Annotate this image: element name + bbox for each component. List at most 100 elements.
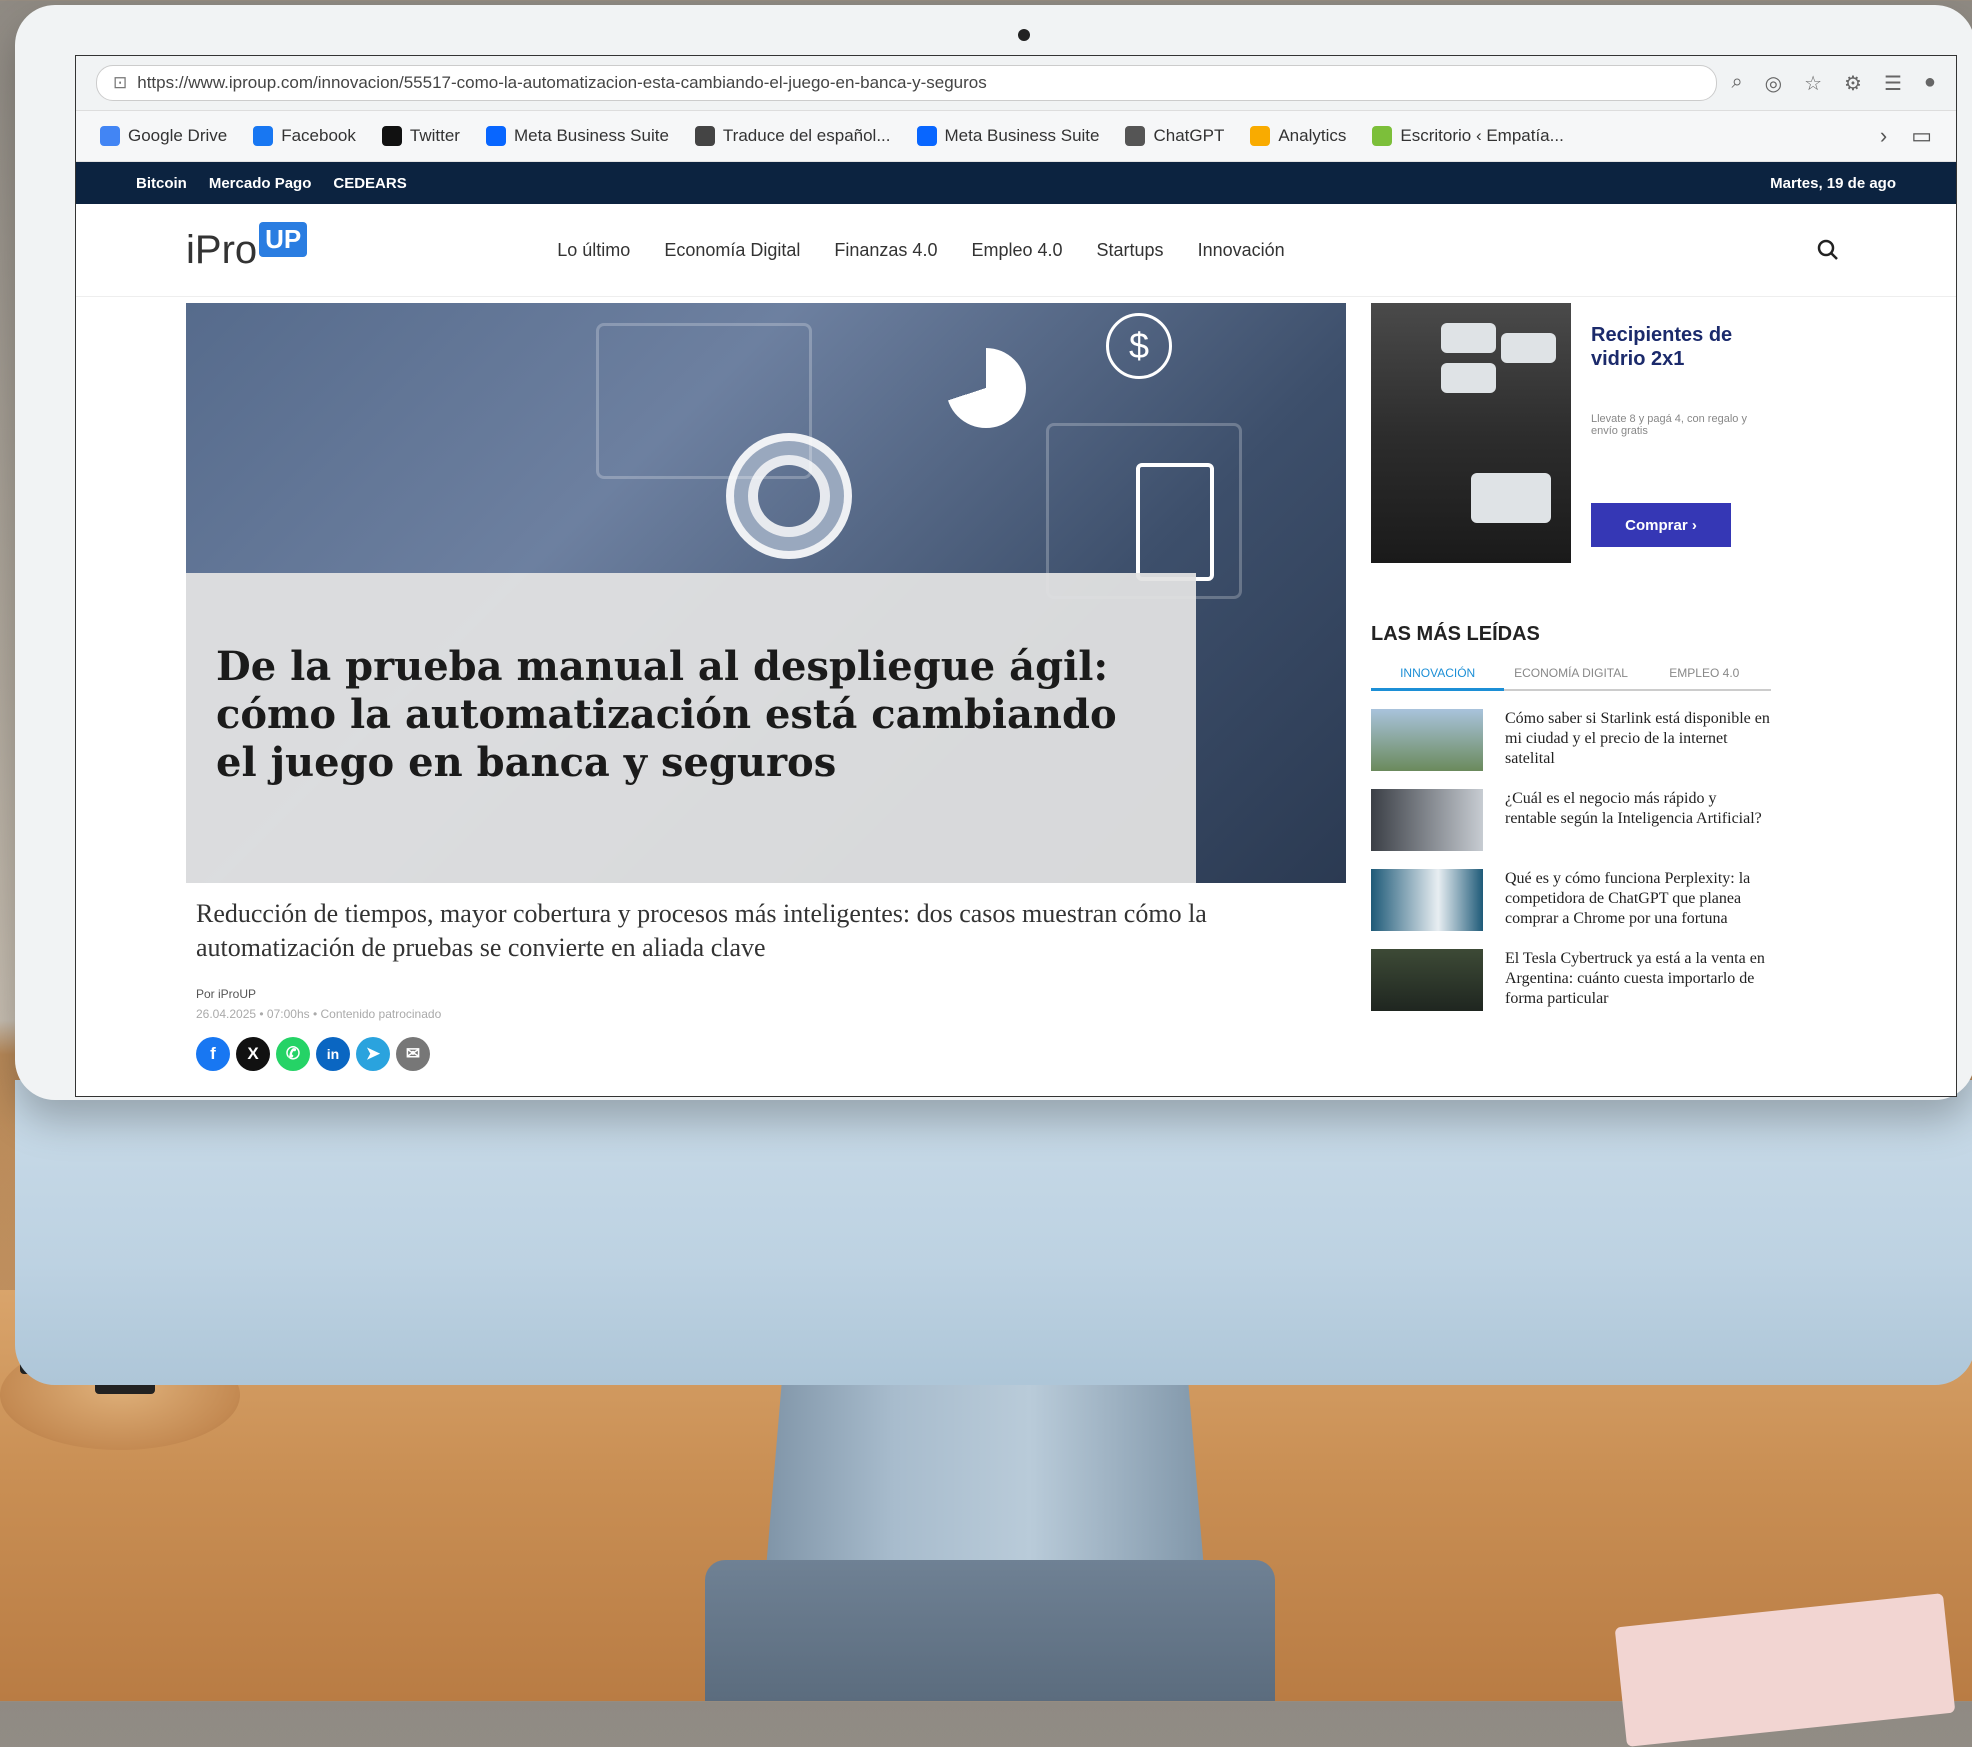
jar-shape <box>1501 333 1556 363</box>
tab-empleo[interactable]: EMPLEO 4.0 <box>1638 660 1771 689</box>
jar-shape <box>1471 473 1551 523</box>
ad-image <box>1371 303 1571 563</box>
logo-text: iPro <box>186 227 258 272</box>
meta-icon <box>916 126 937 146</box>
share-email-button[interactable]: ✉ <box>396 1037 430 1071</box>
nav-economia-digital[interactable]: Economía Digital <box>664 240 800 261</box>
facebook-icon <box>253 126 274 146</box>
ticker-item-mercado-pago[interactable]: Mercado Pago <box>209 175 312 192</box>
list-item[interactable]: ¿Cuál es el negocio más rápido y rentabl… <box>1371 789 1771 851</box>
share-facebook-button[interactable]: f <box>196 1037 230 1071</box>
thumbnail <box>1371 869 1483 931</box>
thumbnail <box>1371 789 1483 851</box>
site-logo[interactable]: iPro UP <box>186 221 308 273</box>
tab-economia-digital[interactable]: ECONOMÍA DIGITAL <box>1504 660 1637 689</box>
share-buttons: f X ✆ in ➤ ✉ <box>196 1037 430 1071</box>
list-item[interactable]: Qué es y cómo funciona Perplexity: la co… <box>1371 869 1771 931</box>
most-read-tabs: INNOVACIÓN ECONOMÍA DIGITAL EMPLEO 4.0 <box>1371 660 1771 691</box>
nav-empleo[interactable]: Empleo 4.0 <box>971 240 1062 261</box>
x-icon <box>381 126 402 146</box>
jar-shape <box>1441 323 1496 353</box>
url-text: https://www.iproup.com/innovacion/55517-… <box>137 73 987 92</box>
bookmark-chatgpt[interactable]: ChatGPT <box>1125 126 1224 146</box>
wordpress-icon <box>1372 126 1393 146</box>
bookmark-star-icon[interactable]: ☆ <box>1804 71 1822 96</box>
ad-title: Recipientes de vidrio 2x1 <box>1591 324 1733 370</box>
main-nav: Lo último Economía Digital Finanzas 4.0 … <box>557 240 1284 261</box>
search-icon <box>1817 239 1838 260</box>
bookmarks-overflow: › ▭ <box>1880 123 1932 149</box>
email-icon: ✉ <box>405 1044 421 1063</box>
bookmark-facebook[interactable]: Facebook <box>253 126 356 146</box>
share-whatsapp-button[interactable]: ✆ <box>276 1037 310 1071</box>
article-date: 26.04.2025 • 07:00hs • Contenido patroci… <box>196 1007 442 1021</box>
share-linkedin-button[interactable]: in <box>316 1037 350 1071</box>
bookmark-google-drive[interactable]: Google Drive <box>100 126 227 146</box>
share-telegram-button[interactable]: ➤ <box>356 1037 390 1071</box>
list-item-title: Qué es y cómo funciona Perplexity: la co… <box>1505 870 1751 927</box>
browser-window: ⊡ https://www.iproup.com/innovacion/5551… <box>75 55 1957 1097</box>
zoom-icon[interactable]: ⌕ <box>1731 71 1742 96</box>
list-item-title: ¿Cuál es el negocio más rápido y rentabl… <box>1505 790 1762 827</box>
profile-icon[interactable]: ● <box>1924 71 1936 96</box>
market-ticker: Bitcoin Mercado Pago CEDEARS Martes, 19 … <box>76 162 1956 204</box>
jar-shape <box>1441 363 1496 393</box>
ticker-date: Martes, 19 de ago <box>1770 174 1896 192</box>
nav-finanzas[interactable]: Finanzas 4.0 <box>834 240 937 261</box>
nav-innovacion[interactable]: Innovación <box>1198 240 1285 261</box>
x-icon: X <box>247 1044 259 1063</box>
list-item-title: Cómo saber si Starlink está disponible e… <box>1505 710 1770 767</box>
search-button[interactable] <box>1810 232 1846 268</box>
address-bar-row: ⊡ https://www.iproup.com/innovacion/5551… <box>76 56 1956 111</box>
meta-icon <box>485 126 506 146</box>
chatgpt-icon <box>1125 126 1146 146</box>
lock-icon: ⊡ <box>113 73 128 92</box>
google-icon <box>100 126 120 146</box>
folder-icon[interactable]: ▭ <box>1911 123 1932 149</box>
ticker-item-cedears[interactable]: CEDEARS <box>333 175 406 192</box>
list-item[interactable]: Cómo saber si Starlink está disponible e… <box>1371 709 1771 771</box>
monitor-chin <box>15 1080 1972 1385</box>
list-item[interactable]: El Tesla Cybertruck ya está a la venta e… <box>1371 949 1771 1011</box>
reading-list-icon[interactable]: ☰ <box>1884 71 1902 96</box>
pie-chart-icon <box>946 348 1026 428</box>
bookmark-analytics[interactable]: Analytics <box>1250 126 1346 146</box>
linkedin-icon: in <box>326 1046 340 1062</box>
dollar-icon: $ <box>1106 313 1172 379</box>
nav-startups[interactable]: Startups <box>1097 240 1164 261</box>
tab-innovacion[interactable]: INNOVACIÓN <box>1371 660 1505 691</box>
hero-image: $ De la prueba manual al despliegue ágil… <box>186 303 1346 883</box>
camera <box>1018 29 1030 41</box>
list-item-title: El Tesla Cybertruck ya está a la venta e… <box>1505 950 1765 1007</box>
bookmark-twitter[interactable]: Twitter <box>381 126 460 146</box>
bookmark-meta-business-suite-2[interactable]: Meta Business Suite <box>916 126 1099 146</box>
facebook-icon: f <box>210 1044 216 1063</box>
url-field[interactable]: ⊡ https://www.iproup.com/innovacion/5551… <box>96 65 1718 101</box>
monitor-stand-base <box>705 1560 1275 1701</box>
analytics-icon <box>1250 126 1271 146</box>
ad-buy-button[interactable]: Comprar › <box>1591 503 1731 547</box>
share-icon[interactable]: ◎ <box>1765 71 1782 96</box>
article-subtitle: Reducción de tiempos, mayor cobertura y … <box>196 899 1207 962</box>
whatsapp-icon: ✆ <box>285 1044 301 1063</box>
ticker-item-bitcoin[interactable]: Bitcoin <box>136 175 187 192</box>
bookmark-meta-business-suite[interactable]: Meta Business Suite <box>485 126 669 146</box>
ad-banner[interactable]: Recipientes de vidrio 2x1 Llevate 8 y pa… <box>1371 303 1771 563</box>
author[interactable]: Por iProUP <box>196 987 256 1001</box>
bookmarks-bar: Google Drive Facebook Twitter Meta Busin… <box>76 111 1956 162</box>
telegram-icon: ➤ <box>365 1044 381 1063</box>
most-read-title: LAS MÁS LEÍDAS <box>1371 623 1540 645</box>
extensions-icon[interactable]: ⚙ <box>1844 71 1862 96</box>
page-content: $ De la prueba manual al despliegue ágil… <box>76 297 1956 1077</box>
sidebar: Recipientes de vidrio 2x1 Llevate 8 y pa… <box>1371 303 1771 1011</box>
thumbnail <box>1371 949 1483 1011</box>
bookmark-escritorio[interactable]: Escritorio ‹ Empatía... <box>1372 126 1564 146</box>
translate-icon <box>694 126 715 146</box>
byline: Por iProUP 26.04.2025 • 07:00hs • Conten… <box>196 987 441 1021</box>
chevron-right-icon[interactable]: › <box>1880 123 1887 149</box>
site-header: iPro UP Lo último Economía Digital Finan… <box>76 204 1956 297</box>
panel-shape <box>596 323 812 479</box>
share-x-button[interactable]: X <box>236 1037 270 1071</box>
bookmark-traduce[interactable]: Traduce del español... <box>694 126 891 146</box>
nav-lo-ultimo[interactable]: Lo último <box>557 240 630 261</box>
